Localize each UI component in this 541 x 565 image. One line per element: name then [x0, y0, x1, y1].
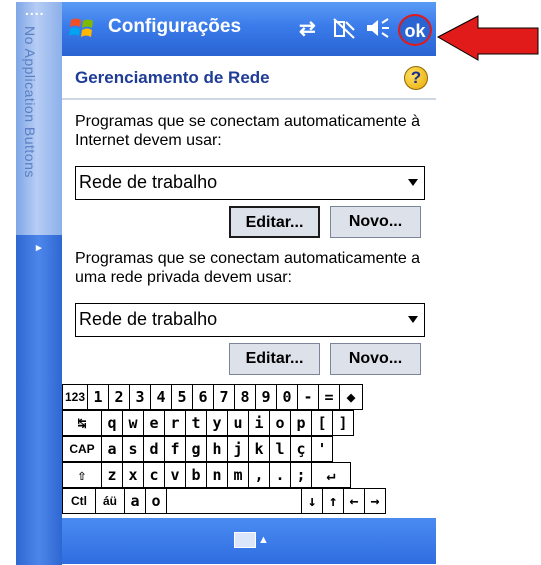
key[interactable]: [	[311, 410, 333, 436]
keyboard-row-home: CAP a s d f g h j k l ç '	[62, 436, 436, 462]
key[interactable]: h	[206, 436, 228, 462]
key[interactable]: b	[185, 462, 207, 488]
key[interactable]: c	[143, 462, 165, 488]
page-header: Gerenciamento de Rede ?	[62, 56, 436, 100]
key[interactable]: CAP	[62, 436, 102, 462]
header-divider	[62, 98, 436, 100]
sidebar-dots: ....	[25, 2, 45, 18]
chevron-down-icon[interactable]	[408, 179, 418, 186]
internet-description: Programas que se conectam automaticament…	[75, 113, 421, 149]
key[interactable]: a	[101, 436, 123, 462]
key[interactable]: 8	[234, 384, 256, 410]
key[interactable]: w	[122, 410, 144, 436]
key[interactable]: 123	[62, 384, 88, 410]
key[interactable]: g	[185, 436, 207, 462]
key[interactable]: l	[269, 436, 291, 462]
app-buttons-bar: .... No Application Buttons ▸	[16, 2, 62, 565]
internet-network-select[interactable]: Rede de trabalho	[75, 166, 425, 200]
app-title: Configurações	[108, 16, 242, 37]
key[interactable]: ◆	[339, 384, 363, 410]
key[interactable]: áü	[95, 488, 125, 514]
keyboard-row-numbers: 123 1 2 3 4 5 6 7 8 9 0- = ◆	[62, 384, 436, 410]
key[interactable]: ç	[290, 436, 312, 462]
keyboard-row-qwerty: ↹ q w e r t y u i o p[]	[62, 410, 436, 436]
key[interactable]: ⇧	[62, 462, 102, 488]
key[interactable]: q	[101, 410, 123, 436]
key[interactable]: m	[227, 462, 249, 488]
bottom-menu-bar: ▲	[62, 518, 436, 564]
private-network-value: Rede de trabalho	[79, 309, 218, 329]
key[interactable]: 0	[276, 384, 298, 410]
key[interactable]: o	[269, 410, 291, 436]
key[interactable]: o	[145, 488, 167, 514]
keyboard-row-bottom: ⇧ z x c v b n m,.; ↵	[62, 462, 436, 488]
key[interactable]: j	[227, 436, 249, 462]
key[interactable]: u	[227, 410, 249, 436]
keyboard-row-controls: Ctl áü a o ↓ ↑ ← →	[62, 488, 436, 514]
key[interactable]: 1	[87, 384, 109, 410]
key[interactable]: 2	[108, 384, 130, 410]
key[interactable]: ↓	[301, 488, 323, 514]
private-network-select[interactable]: Rede de trabalho	[75, 303, 425, 337]
key[interactable]: x	[122, 462, 144, 488]
space-key[interactable]	[166, 488, 302, 514]
key[interactable]: 4	[150, 384, 172, 410]
key[interactable]: -	[297, 384, 319, 410]
key[interactable]: r	[164, 410, 186, 436]
private-edit-button[interactable]: Editar...	[229, 343, 320, 375]
connectivity-icon[interactable]	[332, 16, 356, 40]
device-screen: Configurações ⇄ ok Gerenciamento de Rede…	[62, 2, 436, 564]
key[interactable]: ↑	[322, 488, 344, 514]
chevron-down-icon[interactable]	[408, 316, 418, 323]
key[interactable]: ;	[290, 462, 312, 488]
help-icon[interactable]: ?	[404, 66, 428, 90]
page-title: Gerenciamento de Rede	[75, 68, 270, 87]
windows-start-icon[interactable]	[68, 14, 98, 44]
key[interactable]: d	[143, 436, 165, 462]
callout-arrow-icon	[436, 15, 539, 61]
key[interactable]: ←	[343, 488, 365, 514]
network-sync-icon[interactable]: ⇄	[299, 16, 316, 41]
key[interactable]: 7	[213, 384, 235, 410]
key[interactable]: .	[269, 462, 291, 488]
sidebar-tab[interactable]: ▸	[16, 235, 62, 565]
key[interactable]: f	[164, 436, 186, 462]
ok-button[interactable]: ok	[398, 14, 432, 46]
internet-new-button[interactable]: Novo...	[330, 206, 421, 238]
internet-edit-button[interactable]: Editar...	[229, 206, 320, 238]
key[interactable]: e	[143, 410, 165, 436]
key[interactable]: z	[101, 462, 123, 488]
expand-arrow-icon[interactable]: ▸	[36, 241, 42, 254]
key[interactable]: n	[206, 462, 228, 488]
keyboard-icon[interactable]	[234, 532, 256, 548]
key[interactable]: ↹	[62, 410, 102, 436]
key[interactable]: y	[206, 410, 228, 436]
key[interactable]: t	[185, 410, 207, 436]
key[interactable]: Ctl	[62, 488, 96, 514]
key[interactable]: p	[290, 410, 312, 436]
key[interactable]: k	[248, 436, 270, 462]
key[interactable]: s	[122, 436, 144, 462]
key[interactable]: →	[364, 488, 386, 514]
title-bar: Configurações ⇄ ok	[62, 2, 436, 56]
key[interactable]: 5	[171, 384, 193, 410]
key[interactable]: ↵	[311, 462, 351, 488]
key[interactable]: i	[248, 410, 270, 436]
input-selector-caret-icon[interactable]: ▲	[258, 534, 269, 546]
key[interactable]: =	[318, 384, 340, 410]
private-new-button[interactable]: Novo...	[330, 343, 421, 375]
key[interactable]: 6	[192, 384, 214, 410]
soft-keyboard: 123 1 2 3 4 5 6 7 8 9 0- = ◆ ↹ q w e r t y u i o p[] CAP a s d f g h…	[62, 384, 436, 518]
speaker-icon[interactable]	[365, 17, 391, 39]
key[interactable]: ,	[248, 462, 270, 488]
key[interactable]: ]	[332, 410, 354, 436]
internet-network-value: Rede de trabalho	[79, 172, 218, 192]
key[interactable]: '	[311, 436, 333, 462]
private-description: Programas que se conectam automaticament…	[75, 250, 421, 286]
key[interactable]: 3	[129, 384, 151, 410]
key[interactable]: 9	[255, 384, 277, 410]
no-application-buttons-label: No Application Buttons	[22, 26, 38, 178]
key[interactable]: a	[124, 488, 146, 514]
key[interactable]: v	[164, 462, 186, 488]
